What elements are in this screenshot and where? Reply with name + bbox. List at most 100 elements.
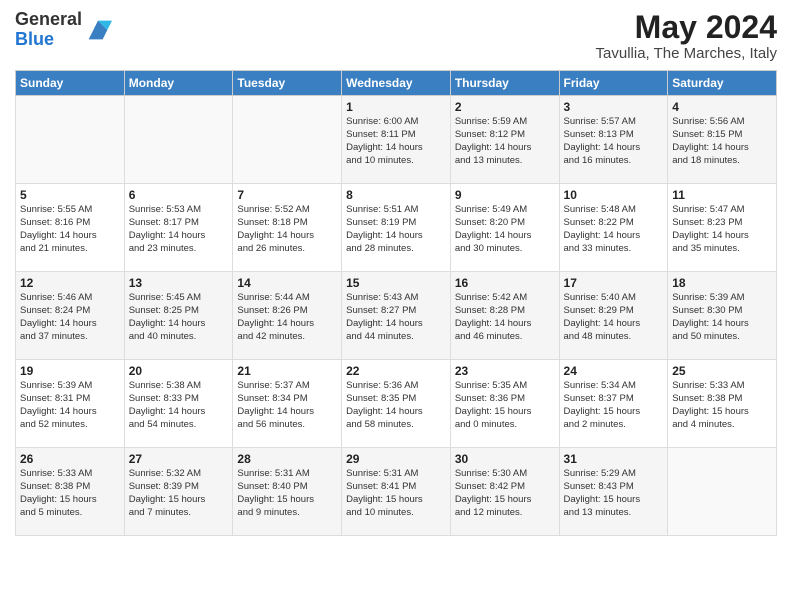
day-number: 28 xyxy=(237,452,337,466)
day-number: 1 xyxy=(346,100,446,114)
logo-icon xyxy=(84,16,112,44)
day-number: 5 xyxy=(20,188,120,202)
page: General Blue May 2024 Tavullia, The Marc… xyxy=(0,0,792,612)
day-cell: 20 Sunrise: 5:38 AM Sunset: 8:33 PM Dayli… xyxy=(124,360,233,448)
day-info: Sunrise: 5:49 AM Sunset: 8:20 PM Dayligh… xyxy=(455,204,555,255)
logo-general: General xyxy=(15,9,82,29)
day-number: 17 xyxy=(564,276,664,290)
day-info: Sunrise: 5:43 AM Sunset: 8:27 PM Dayligh… xyxy=(346,292,446,343)
day-cell xyxy=(16,96,125,184)
col-header-sunday: Sunday xyxy=(16,71,125,96)
day-cell: 23 Sunrise: 5:35 AM Sunset: 8:36 PM Dayli… xyxy=(450,360,559,448)
day-number: 9 xyxy=(455,188,555,202)
day-cell: 25 Sunrise: 5:33 AM Sunset: 8:38 PM Dayli… xyxy=(668,360,777,448)
day-number: 4 xyxy=(672,100,772,114)
day-cell xyxy=(668,448,777,536)
day-info: Sunrise: 5:39 AM Sunset: 8:30 PM Dayligh… xyxy=(672,292,772,343)
month-title: May 2024 xyxy=(596,10,777,45)
day-cell: 18 Sunrise: 5:39 AM Sunset: 8:30 PM Dayli… xyxy=(668,272,777,360)
day-number: 22 xyxy=(346,364,446,378)
day-cell: 31Sunrise: 5:29 AM Sunset: 8:43 PM Dayli… xyxy=(559,448,668,536)
day-cell: 8 Sunrise: 5:51 AM Sunset: 8:19 PM Daylig… xyxy=(342,184,451,272)
day-info: Sunrise: 5:42 AM Sunset: 8:28 PM Dayligh… xyxy=(455,292,555,343)
day-cell: 4Sunrise: 5:56 AM Sunset: 8:15 PM Daylig… xyxy=(668,96,777,184)
week-row-3: 12 Sunrise: 5:46 AM Sunset: 8:24 PM Dayli… xyxy=(16,272,777,360)
week-row-1: 1 Sunrise: 6:00 AM Sunset: 8:11 PM Daylig… xyxy=(16,96,777,184)
day-info: Sunrise: 5:59 AM Sunset: 8:12 PM Dayligh… xyxy=(455,116,555,167)
header-row: SundayMondayTuesdayWednesdayThursdayFrid… xyxy=(16,71,777,96)
day-number: 15 xyxy=(346,276,446,290)
day-info: Sunrise: 5:33 AM Sunset: 8:38 PM Dayligh… xyxy=(20,468,120,519)
day-info: Sunrise: 5:45 AM Sunset: 8:25 PM Dayligh… xyxy=(129,292,229,343)
day-info: Sunrise: 5:44 AM Sunset: 8:26 PM Dayligh… xyxy=(237,292,337,343)
day-number: 14 xyxy=(237,276,337,290)
col-header-tuesday: Tuesday xyxy=(233,71,342,96)
day-cell: 21 Sunrise: 5:37 AM Sunset: 8:34 PM Dayli… xyxy=(233,360,342,448)
day-number: 23 xyxy=(455,364,555,378)
day-info: Sunrise: 5:37 AM Sunset: 8:34 PM Dayligh… xyxy=(237,380,337,431)
day-info: Sunrise: 5:38 AM Sunset: 8:33 PM Dayligh… xyxy=(129,380,229,431)
day-cell: 17 Sunrise: 5:40 AM Sunset: 8:29 PM Dayli… xyxy=(559,272,668,360)
day-cell: 22 Sunrise: 5:36 AM Sunset: 8:35 PM Dayli… xyxy=(342,360,451,448)
day-info: Sunrise: 5:55 AM Sunset: 8:16 PM Dayligh… xyxy=(20,204,120,255)
day-number: 21 xyxy=(237,364,337,378)
day-cell: 11Sunrise: 5:47 AM Sunset: 8:23 PM Dayli… xyxy=(668,184,777,272)
day-number: 8 xyxy=(346,188,446,202)
day-cell: 14 Sunrise: 5:44 AM Sunset: 8:26 PM Dayli… xyxy=(233,272,342,360)
day-number: 19 xyxy=(20,364,120,378)
day-cell: 12 Sunrise: 5:46 AM Sunset: 8:24 PM Dayli… xyxy=(16,272,125,360)
day-info: Sunrise: 5:57 AM Sunset: 8:13 PM Dayligh… xyxy=(564,116,664,167)
day-number: 7 xyxy=(237,188,337,202)
week-row-2: 5 Sunrise: 5:55 AM Sunset: 8:16 PM Daylig… xyxy=(16,184,777,272)
day-number: 2 xyxy=(455,100,555,114)
day-number: 25 xyxy=(672,364,772,378)
day-info: Sunrise: 5:47 AM Sunset: 8:23 PM Dayligh… xyxy=(672,204,772,255)
week-row-4: 19Sunrise: 5:39 AM Sunset: 8:31 PM Dayli… xyxy=(16,360,777,448)
calendar-table: SundayMondayTuesdayWednesdayThursdayFrid… xyxy=(15,70,777,536)
day-cell: 30Sunrise: 5:30 AM Sunset: 8:42 PM Dayli… xyxy=(450,448,559,536)
day-info: Sunrise: 5:34 AM Sunset: 8:37 PM Dayligh… xyxy=(564,380,664,431)
day-info: Sunrise: 5:46 AM Sunset: 8:24 PM Dayligh… xyxy=(20,292,120,343)
day-info: Sunrise: 5:30 AM Sunset: 8:42 PM Dayligh… xyxy=(455,468,555,519)
day-cell: 28 Sunrise: 5:31 AM Sunset: 8:40 PM Dayli… xyxy=(233,448,342,536)
col-header-friday: Friday xyxy=(559,71,668,96)
week-row-5: 26Sunrise: 5:33 AM Sunset: 8:38 PM Dayli… xyxy=(16,448,777,536)
day-number: 29 xyxy=(346,452,446,466)
day-number: 16 xyxy=(455,276,555,290)
day-info: Sunrise: 5:53 AM Sunset: 8:17 PM Dayligh… xyxy=(129,204,229,255)
col-header-wednesday: Wednesday xyxy=(342,71,451,96)
day-cell: 29Sunrise: 5:31 AM Sunset: 8:41 PM Dayli… xyxy=(342,448,451,536)
day-cell: 9 Sunrise: 5:49 AM Sunset: 8:20 PM Daylig… xyxy=(450,184,559,272)
day-info: Sunrise: 5:29 AM Sunset: 8:43 PM Dayligh… xyxy=(564,468,664,519)
day-info: Sunrise: 5:31 AM Sunset: 8:40 PM Dayligh… xyxy=(237,468,337,519)
day-cell xyxy=(233,96,342,184)
day-info: Sunrise: 5:33 AM Sunset: 8:38 PM Dayligh… xyxy=(672,380,772,431)
day-info: Sunrise: 5:32 AM Sunset: 8:39 PM Dayligh… xyxy=(129,468,229,519)
day-info: Sunrise: 5:52 AM Sunset: 8:18 PM Dayligh… xyxy=(237,204,337,255)
day-info: Sunrise: 5:51 AM Sunset: 8:19 PM Dayligh… xyxy=(346,204,446,255)
day-info: Sunrise: 5:48 AM Sunset: 8:22 PM Dayligh… xyxy=(564,204,664,255)
day-number: 18 xyxy=(672,276,772,290)
day-cell: 10Sunrise: 5:48 AM Sunset: 8:22 PM Dayli… xyxy=(559,184,668,272)
day-cell: 6 Sunrise: 5:53 AM Sunset: 8:17 PM Daylig… xyxy=(124,184,233,272)
day-info: Sunrise: 5:36 AM Sunset: 8:35 PM Dayligh… xyxy=(346,380,446,431)
logo-blue: Blue xyxy=(15,29,54,49)
day-info: Sunrise: 5:40 AM Sunset: 8:29 PM Dayligh… xyxy=(564,292,664,343)
day-info: Sunrise: 6:00 AM Sunset: 8:11 PM Dayligh… xyxy=(346,116,446,167)
day-cell xyxy=(124,96,233,184)
day-cell: 7 Sunrise: 5:52 AM Sunset: 8:18 PM Daylig… xyxy=(233,184,342,272)
day-cell: 16 Sunrise: 5:42 AM Sunset: 8:28 PM Dayli… xyxy=(450,272,559,360)
col-header-monday: Monday xyxy=(124,71,233,96)
day-info: Sunrise: 5:35 AM Sunset: 8:36 PM Dayligh… xyxy=(455,380,555,431)
day-cell: 13 Sunrise: 5:45 AM Sunset: 8:25 PM Dayli… xyxy=(124,272,233,360)
day-number: 12 xyxy=(20,276,120,290)
col-header-saturday: Saturday xyxy=(668,71,777,96)
day-number: 20 xyxy=(129,364,229,378)
day-number: 6 xyxy=(129,188,229,202)
logo: General Blue xyxy=(15,10,112,50)
logo-text-block: General Blue xyxy=(15,10,112,50)
title-block: May 2024 Tavullia, The Marches, Italy xyxy=(596,10,777,62)
day-cell: 15 Sunrise: 5:43 AM Sunset: 8:27 PM Dayli… xyxy=(342,272,451,360)
col-header-thursday: Thursday xyxy=(450,71,559,96)
day-number: 13 xyxy=(129,276,229,290)
